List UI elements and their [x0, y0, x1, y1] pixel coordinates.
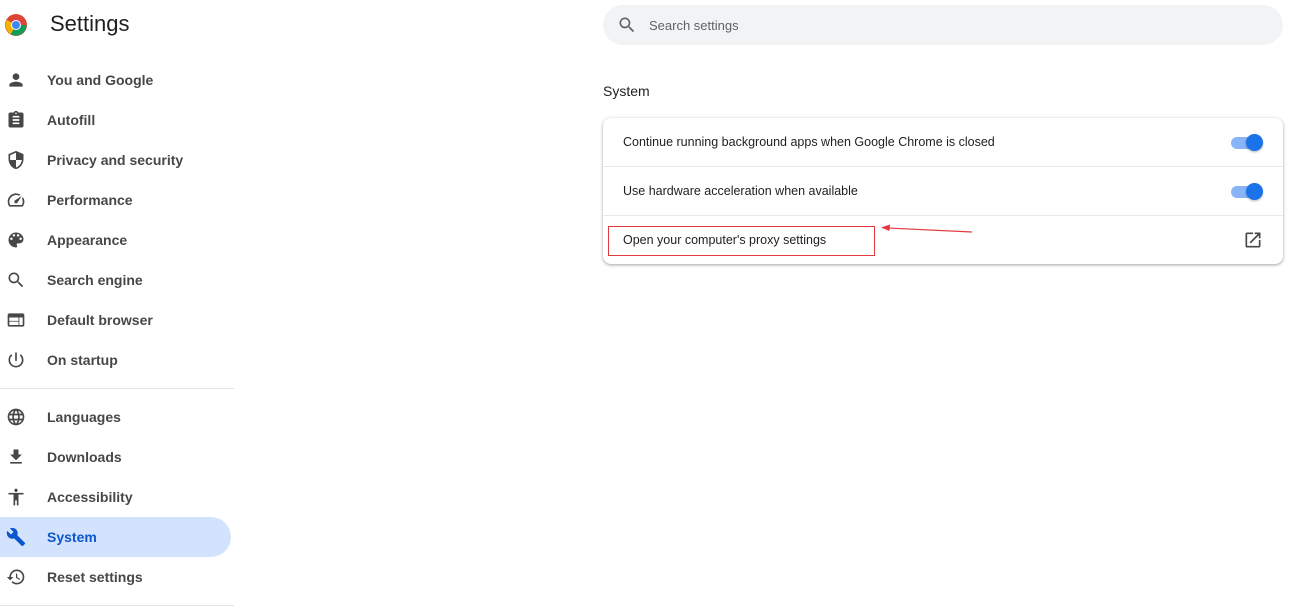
shield-icon — [6, 150, 26, 170]
hardware-acceleration-toggle[interactable] — [1231, 183, 1263, 200]
wrench-icon — [6, 527, 26, 547]
toggle-knob — [1246, 183, 1263, 200]
sidebar-item-label: You and Google — [47, 72, 154, 88]
toggle-knob — [1246, 134, 1263, 151]
browser-window-icon — [6, 310, 26, 330]
power-icon — [6, 350, 26, 370]
sidebar-item-label: Privacy and security — [47, 152, 184, 168]
search-bar[interactable] — [603, 5, 1283, 45]
person-icon — [6, 70, 26, 90]
sidebar-item-you-and-google[interactable]: You and Google — [0, 60, 231, 100]
clipboard-icon — [6, 110, 26, 130]
sidebar-item-languages[interactable]: Languages — [0, 397, 231, 437]
sidebar-item-on-startup[interactable]: On startup — [0, 340, 231, 380]
sidebar: You and Google Autofill Privacy and secu… — [0, 60, 234, 607]
sidebar-item-label: Search engine — [47, 272, 143, 288]
sidebar-item-reset-settings[interactable]: Reset settings — [0, 557, 231, 597]
history-icon — [6, 567, 26, 587]
search-input[interactable] — [649, 15, 1249, 35]
speedometer-icon — [6, 190, 26, 210]
sidebar-item-label: On startup — [47, 352, 118, 368]
external-link-icon[interactable] — [1243, 230, 1263, 250]
sidebar-item-appearance[interactable]: Appearance — [0, 220, 231, 260]
globe-icon — [6, 407, 26, 427]
sidebar-item-downloads[interactable]: Downloads — [0, 437, 231, 477]
sidebar-divider — [0, 388, 234, 389]
page-title: Settings — [50, 11, 130, 36]
sidebar-item-default-browser[interactable]: Default browser — [0, 300, 231, 340]
palette-icon — [6, 230, 26, 250]
sidebar-item-autofill[interactable]: Autofill — [0, 100, 231, 140]
sidebar-item-label: System — [47, 529, 97, 545]
search-icon — [6, 270, 26, 290]
setting-label: Continue running background apps when Go… — [623, 135, 995, 149]
sidebar-item-label: Downloads — [47, 449, 122, 465]
sidebar-item-label: Reset settings — [47, 569, 143, 585]
settings-app: Settings You and Google Autofill Privacy… — [0, 0, 1313, 607]
accessibility-icon — [6, 487, 26, 507]
sidebar-item-label: Appearance — [47, 232, 128, 248]
sidebar-item-label: Languages — [47, 409, 121, 425]
annotation-arrow-icon — [881, 224, 973, 233]
sidebar-item-search-engine[interactable]: Search engine — [0, 260, 231, 300]
sidebar-item-privacy-and-security[interactable]: Privacy and security — [0, 140, 231, 180]
sidebar-item-system[interactable]: System — [0, 517, 231, 557]
sidebar-item-performance[interactable]: Performance — [0, 180, 231, 220]
chrome-logo-icon — [4, 13, 28, 37]
sidebar-item-label: Performance — [47, 192, 133, 208]
background-apps-toggle[interactable] — [1231, 134, 1263, 151]
section-title: System — [603, 83, 650, 99]
annotation-highlight-box — [608, 226, 875, 256]
download-icon — [6, 447, 26, 467]
setting-row-hardware-acceleration[interactable]: Use hardware acceleration when available — [603, 167, 1283, 216]
setting-row-background-apps[interactable]: Continue running background apps when Go… — [603, 118, 1283, 167]
sidebar-divider — [0, 605, 234, 606]
sidebar-item-label: Accessibility — [47, 489, 133, 505]
sidebar-item-label: Autofill — [47, 112, 96, 128]
sidebar-item-label: Default browser — [47, 312, 153, 328]
sidebar-item-accessibility[interactable]: Accessibility — [0, 477, 231, 517]
search-icon — [617, 15, 637, 35]
setting-label: Use hardware acceleration when available — [623, 184, 858, 198]
